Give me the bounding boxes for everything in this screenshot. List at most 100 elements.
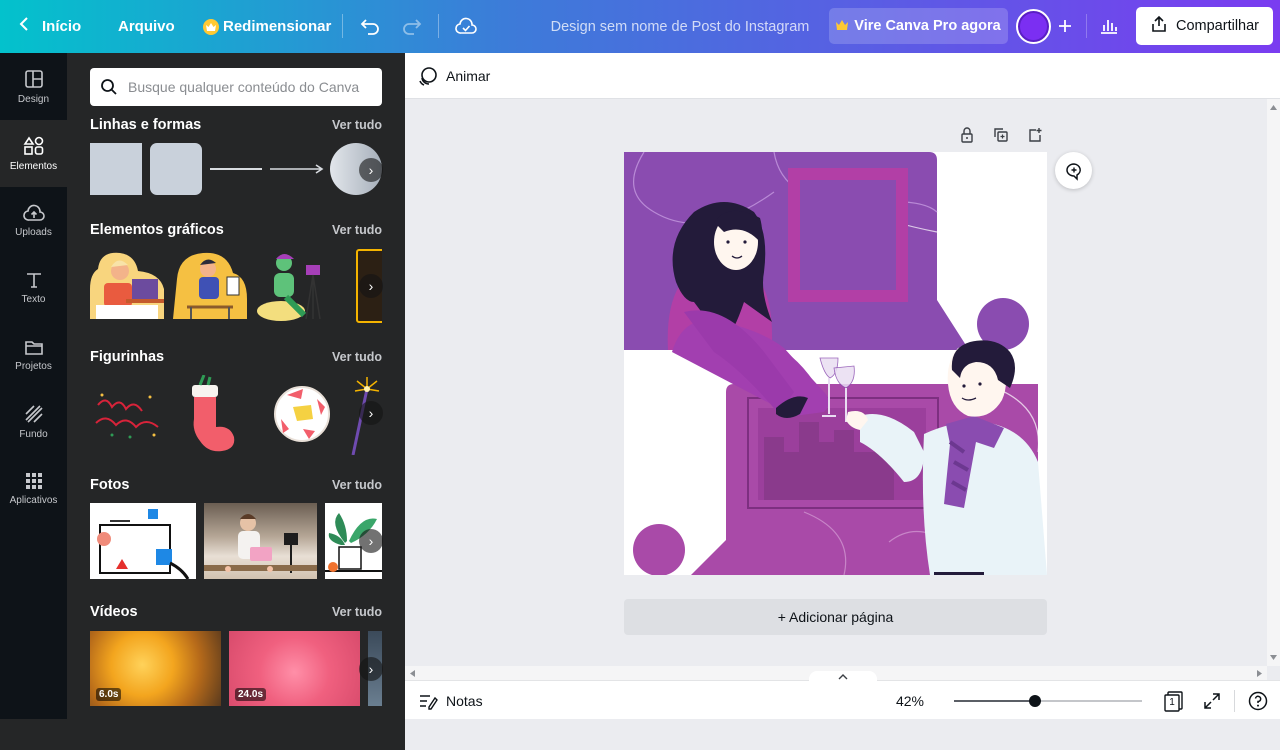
upgrade-pro-label: Vire Canva Pro agora bbox=[854, 18, 1001, 34]
vertical-scrollbar[interactable] bbox=[1267, 99, 1280, 666]
share-label: Compartilhar bbox=[1176, 18, 1259, 34]
chevron-right-icon[interactable]: › bbox=[359, 274, 383, 298]
chevron-right-icon[interactable]: › bbox=[359, 657, 383, 681]
graphic-woman-camera[interactable] bbox=[256, 249, 331, 323]
left-rail: Design Elementos Uploads Texto Projetos … bbox=[0, 53, 67, 750]
notes-button[interactable]: Notas bbox=[418, 681, 483, 720]
rail-label: Elementos bbox=[9, 160, 58, 172]
duplicate-page-icon[interactable] bbox=[990, 124, 1012, 146]
graphics-row bbox=[90, 249, 382, 323]
rail-label: Fundo bbox=[19, 428, 48, 440]
crown-icon bbox=[836, 18, 849, 34]
bottom-bar: Notas 42% 1 bbox=[405, 671, 1280, 720]
divider bbox=[438, 14, 439, 38]
illustration-toast[interactable] bbox=[624, 152, 1047, 575]
share-button[interactable]: Compartilhar bbox=[1136, 7, 1273, 45]
resize-button[interactable]: Redimensionar bbox=[203, 0, 331, 53]
rail-item-text[interactable]: Texto bbox=[0, 254, 67, 321]
see-all-videos[interactable]: Ver tudo bbox=[332, 605, 382, 619]
divider bbox=[1086, 14, 1087, 38]
add-page-icon[interactable] bbox=[1024, 124, 1046, 146]
page-number: 1 bbox=[1169, 697, 1175, 708]
comment-add-icon bbox=[1065, 162, 1081, 181]
cloud-upload-icon bbox=[22, 204, 45, 221]
see-all-lines-shapes[interactable]: Ver tudo bbox=[332, 118, 382, 132]
notes-icon bbox=[420, 694, 438, 710]
resize-label: Redimensionar bbox=[223, 18, 332, 35]
rail-item-elements[interactable]: Elementos bbox=[0, 120, 67, 187]
rail-item-background[interactable]: Fundo bbox=[0, 388, 67, 455]
arrow-line-shape[interactable] bbox=[270, 161, 324, 177]
pattern-icon bbox=[24, 404, 43, 423]
rail-label: Uploads bbox=[15, 226, 52, 238]
rail-label: Projetos bbox=[15, 360, 52, 372]
rail-label: Design bbox=[17, 93, 50, 105]
redo-icon[interactable] bbox=[400, 14, 424, 38]
search-icon bbox=[101, 79, 117, 95]
chevron-right-icon[interactable]: › bbox=[359, 158, 383, 182]
section-title-stickers: Figurinhas bbox=[90, 349, 165, 365]
square-shape[interactable] bbox=[90, 143, 142, 195]
zoom-slider[interactable] bbox=[954, 695, 1142, 707]
divider bbox=[342, 14, 343, 38]
editor-toolbar: Animar bbox=[405, 53, 1280, 99]
upgrade-pro-button[interactable]: Vire Canva Pro agora bbox=[829, 8, 1008, 44]
insights-chart-icon[interactable] bbox=[1097, 14, 1121, 38]
search-input[interactable] bbox=[128, 79, 368, 95]
video-thumbnail[interactable]: 6.0s bbox=[90, 631, 221, 706]
page-count-button[interactable]: 1 bbox=[1163, 690, 1185, 712]
scroll-left-arrow-icon bbox=[410, 670, 415, 677]
sticker-soccer-ball[interactable] bbox=[273, 385, 331, 443]
zoom-slider-thumb[interactable] bbox=[1029, 695, 1041, 707]
rail-item-design[interactable]: Design bbox=[0, 53, 67, 120]
see-all-stickers[interactable]: Ver tudo bbox=[332, 350, 382, 364]
rail-item-apps[interactable]: Aplicativos bbox=[0, 455, 67, 522]
add-comment-button[interactable] bbox=[1055, 152, 1092, 189]
graphic-man-painting[interactable] bbox=[173, 249, 248, 323]
chevron-right-icon[interactable]: › bbox=[359, 401, 383, 425]
graphic-woman-laptop[interactable] bbox=[90, 249, 165, 323]
file-menu-button[interactable]: Arquivo bbox=[118, 0, 175, 53]
fullscreen-icon[interactable] bbox=[1201, 690, 1223, 712]
sticker-happy-holidays[interactable] bbox=[90, 385, 165, 445]
back-home-label: Início bbox=[42, 18, 82, 35]
videos-row: 6.0s 24.0s bbox=[90, 631, 382, 706]
rail-item-uploads[interactable]: Uploads bbox=[0, 187, 67, 254]
back-home-button[interactable]: Início bbox=[18, 0, 81, 53]
section-title-photos: Fotos bbox=[90, 477, 130, 493]
text-icon bbox=[26, 272, 41, 288]
bottom-strip bbox=[405, 719, 1280, 750]
cloud-saved-icon[interactable] bbox=[454, 14, 478, 38]
undo-icon[interactable] bbox=[358, 14, 382, 38]
plus-icon[interactable] bbox=[1053, 14, 1077, 38]
help-icon[interactable] bbox=[1247, 690, 1269, 712]
animate-button[interactable]: Animar bbox=[418, 53, 490, 99]
notes-label: Notas bbox=[446, 692, 483, 709]
show-pages-handle[interactable] bbox=[809, 671, 877, 683]
video-thumbnail[interactable]: 24.0s bbox=[229, 631, 360, 706]
shapes-row bbox=[90, 143, 382, 196]
design-title[interactable]: Design sem nome de Post do Instagram bbox=[520, 0, 840, 53]
photo-baker-kitchen[interactable] bbox=[204, 503, 317, 579]
zoom-percentage[interactable]: 42% bbox=[885, 681, 935, 720]
rail-item-projects[interactable]: Projetos bbox=[0, 321, 67, 388]
lock-icon[interactable] bbox=[956, 124, 978, 146]
see-all-graphics[interactable]: Ver tudo bbox=[332, 223, 382, 237]
rounded-square-shape[interactable] bbox=[150, 143, 202, 195]
section-title-lines-shapes: Linhas e formas bbox=[90, 117, 202, 133]
design-page[interactable] bbox=[624, 152, 1047, 575]
chevron-left-icon bbox=[18, 16, 30, 37]
share-icon bbox=[1150, 15, 1168, 37]
apps-icon bbox=[25, 472, 42, 489]
rail-label: Texto bbox=[21, 293, 46, 305]
see-all-photos[interactable]: Ver tudo bbox=[332, 478, 382, 492]
scroll-down-arrow-icon bbox=[1270, 655, 1277, 660]
search-box[interactable] bbox=[90, 68, 382, 106]
chevron-right-icon[interactable]: › bbox=[359, 529, 383, 553]
avatar[interactable] bbox=[1016, 9, 1051, 44]
photo-flatlay-objects[interactable] bbox=[90, 503, 196, 579]
line-shape[interactable] bbox=[210, 168, 262, 170]
add-page-button[interactable]: + Adicionar página bbox=[624, 599, 1047, 635]
animate-icon bbox=[419, 67, 437, 86]
sticker-christmas-stocking[interactable] bbox=[178, 375, 242, 455]
